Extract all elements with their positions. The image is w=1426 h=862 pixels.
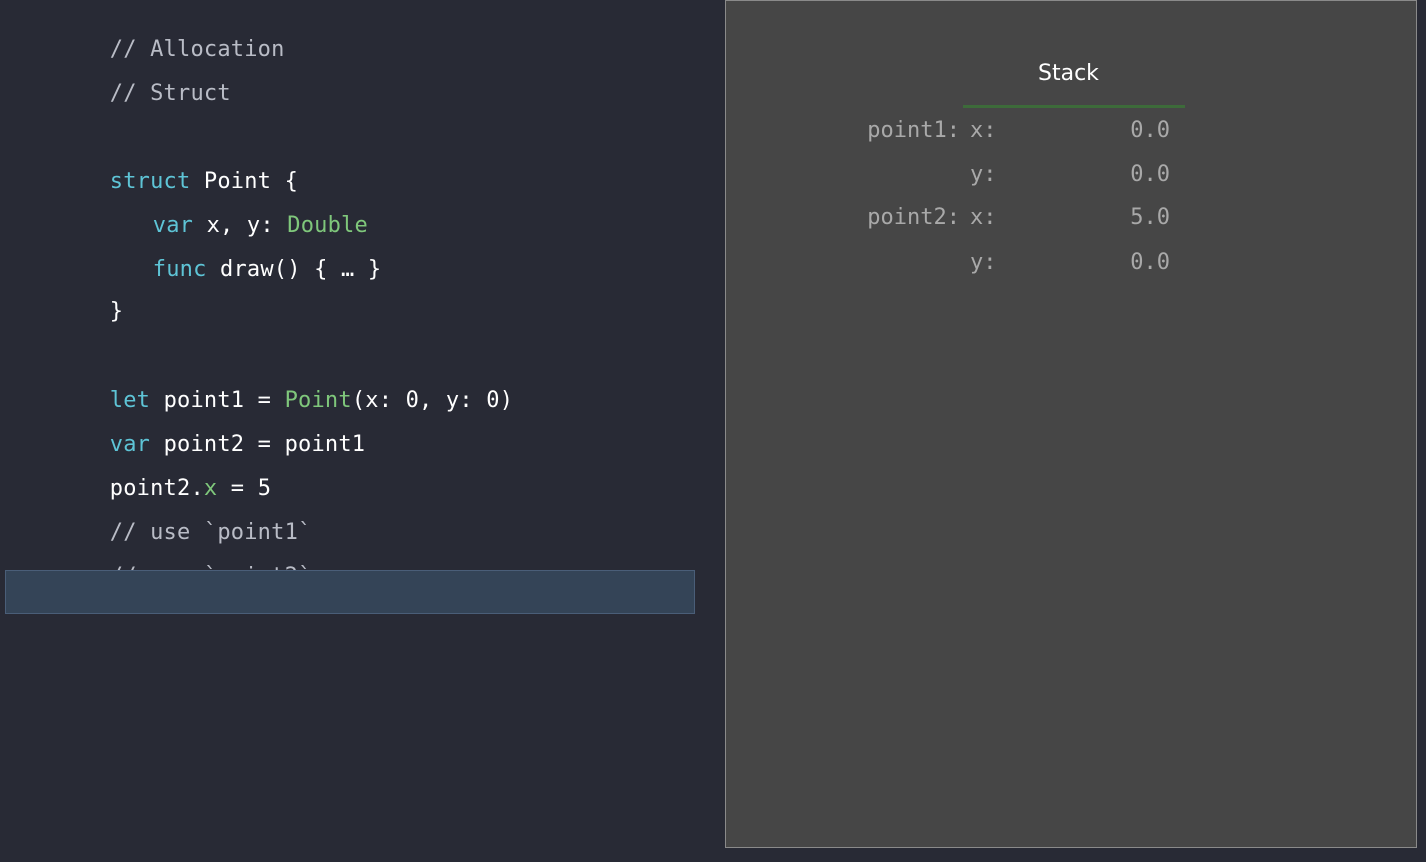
keyword-token: func xyxy=(152,257,207,282)
stack-variable-label: point2: xyxy=(867,205,960,230)
code-line-func-draw: func draw() { … } xyxy=(99,228,381,312)
stack-field-label: x: xyxy=(970,118,997,143)
stack-field-value: 5.0 xyxy=(1130,205,1170,230)
stack-field-value: 0.0 xyxy=(1130,250,1170,275)
stack-field-label: x: xyxy=(970,205,997,230)
code-line-closing-brace: } xyxy=(56,270,123,354)
current-line-highlight xyxy=(5,570,695,614)
plain-token: (x: 0, y: 0) xyxy=(351,388,514,413)
comment-token: // Struct xyxy=(109,81,231,106)
code-line-comment-struct: // Struct xyxy=(56,52,231,136)
memory-diagram-panel: Stack point1: x: 0.0 y: 0.0 point2: x: 5… xyxy=(725,0,1417,848)
stack-field-label: y: xyxy=(970,162,997,187)
plain-token: } xyxy=(109,299,124,324)
code-editor: // Allocation // Struct struct Point { v… xyxy=(0,0,720,862)
stack-underline xyxy=(963,105,1185,108)
stack-variable-label: point1: xyxy=(867,118,960,143)
stack-field-label: y: xyxy=(970,250,997,275)
stack-title: Stack xyxy=(1038,61,1099,86)
plain-token: draw() { … } xyxy=(206,257,382,282)
stack-field-value: 0.0 xyxy=(1130,118,1170,143)
stack-field-value: 0.0 xyxy=(1130,162,1170,187)
